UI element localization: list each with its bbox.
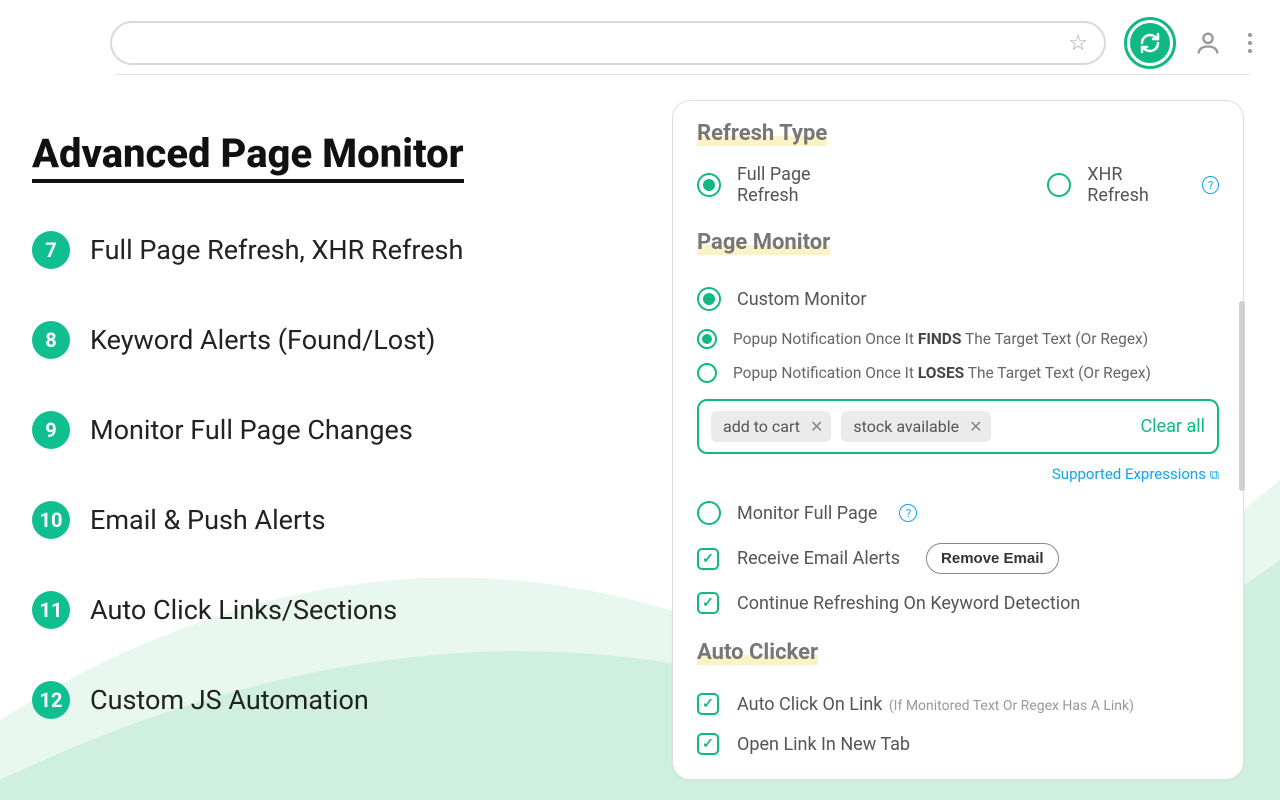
tag-label: stock available: [853, 417, 959, 436]
browser-toolbar: ☆: [0, 12, 1280, 74]
feature-item: 7 Full Page Refresh, XHR Refresh: [32, 231, 632, 269]
option-hint: (If Monitored Text Or Regex Has A Link): [889, 698, 1134, 714]
feature-label: Auto Click Links/Sections: [90, 594, 397, 626]
radio-icon: [1047, 173, 1071, 197]
feature-badge: 8: [32, 321, 70, 359]
monitor-full-page-option[interactable]: Monitor Full Page ?: [697, 501, 917, 525]
profile-icon[interactable]: [1194, 29, 1222, 57]
notify-finds-option[interactable]: Popup Notification Once It FINDS The Tar…: [697, 329, 1219, 349]
address-bar[interactable]: ☆: [110, 21, 1106, 65]
xhr-refresh-option[interactable]: XHR Refresh ?: [1047, 164, 1219, 206]
radio-selected-icon: [697, 173, 721, 197]
feature-badge: 9: [32, 411, 70, 449]
open-new-tab-option[interactable]: ✓ Open Link In New Tab: [697, 733, 910, 755]
feature-label: Custom JS Automation: [90, 684, 369, 716]
radio-icon: [697, 501, 721, 525]
feature-badge: 11: [32, 591, 70, 629]
option-label: Popup Notification Once It FINDS The Tar…: [733, 330, 1148, 348]
auto-clicker-header: Auto Clicker: [697, 640, 818, 665]
feature-badge: 10: [32, 501, 70, 539]
feature-item: 10 Email & Push Alerts: [32, 501, 632, 539]
radio-icon: [697, 363, 717, 383]
checkbox-checked-icon: ✓: [697, 733, 719, 755]
keyword-tag: add to cart ✕: [711, 411, 831, 442]
feature-label: Email & Push Alerts: [90, 504, 326, 536]
tag-remove-icon[interactable]: ✕: [969, 417, 982, 436]
tag-label: add to cart: [723, 417, 800, 436]
refresh-type-header: Refresh Type: [697, 121, 827, 146]
remove-email-button[interactable]: Remove Email: [926, 543, 1059, 574]
kebab-menu-icon[interactable]: [1240, 31, 1260, 55]
page-title: Advanced Page Monitor: [32, 130, 632, 183]
auto-click-link-option[interactable]: ✓ Auto Click On Link (If Monitored Text …: [697, 693, 1134, 715]
receive-email-alerts-option[interactable]: ✓ Receive Email Alerts: [697, 548, 900, 570]
external-link-icon: ⧉: [1210, 468, 1219, 483]
toolbar-divider: [116, 74, 1250, 75]
full-page-refresh-option[interactable]: Full Page Refresh: [697, 164, 867, 206]
scrollbar[interactable]: [1239, 301, 1245, 491]
option-label: Receive Email Alerts: [737, 548, 900, 569]
checkbox-checked-icon: ✓: [697, 592, 719, 614]
feature-item: 9 Monitor Full Page Changes: [32, 411, 632, 449]
help-icon[interactable]: ?: [899, 504, 917, 522]
checkbox-checked-icon: ✓: [697, 548, 719, 570]
option-label: Continue Refreshing On Keyword Detection: [737, 593, 1080, 614]
option-label: XHR Refresh: [1087, 164, 1180, 206]
feature-badge: 7: [32, 231, 70, 269]
settings-panel: Refresh Type Full Page Refresh XHR Refre…: [672, 100, 1244, 780]
feature-item: 8 Keyword Alerts (Found/Lost): [32, 321, 632, 359]
feature-badge: 12: [32, 681, 70, 719]
keyword-tag: stock available ✕: [841, 411, 990, 442]
notify-loses-option[interactable]: Popup Notification Once It LOSES The Tar…: [697, 363, 1219, 383]
option-label: Auto Click On Link (If Monitored Text Or…: [737, 694, 1134, 715]
page-monitor-header: Page Monitor: [697, 230, 830, 255]
help-icon[interactable]: ?: [1202, 176, 1219, 194]
extension-button[interactable]: [1124, 17, 1176, 69]
radio-selected-icon: [697, 329, 717, 349]
checkbox-checked-icon: ✓: [697, 693, 719, 715]
clear-all-button[interactable]: Clear all: [1140, 416, 1205, 437]
feature-label: Monitor Full Page Changes: [90, 414, 413, 446]
bookmark-star-icon[interactable]: ☆: [1068, 31, 1088, 56]
option-label: Monitor Full Page: [737, 503, 877, 524]
supported-expressions-link[interactable]: Supported Expressions ⧉: [697, 464, 1219, 483]
continue-refreshing-option[interactable]: ✓ Continue Refreshing On Keyword Detecti…: [697, 592, 1080, 614]
feature-item: 12 Custom JS Automation: [32, 681, 632, 719]
tag-remove-icon[interactable]: ✕: [810, 417, 823, 436]
refresh-icon: [1130, 23, 1170, 63]
option-label: Custom Monitor: [737, 289, 867, 310]
left-panel: Advanced Page Monitor 7 Full Page Refres…: [32, 130, 632, 771]
radio-selected-icon: [697, 287, 721, 311]
option-label: Open Link In New Tab: [737, 734, 910, 755]
feature-label: Keyword Alerts (Found/Lost): [90, 324, 435, 356]
feature-label: Full Page Refresh, XHR Refresh: [90, 234, 463, 266]
option-label: Full Page Refresh: [737, 164, 867, 206]
feature-list: 7 Full Page Refresh, XHR Refresh 8 Keywo…: [32, 231, 632, 719]
keyword-tag-input[interactable]: add to cart ✕ stock available ✕ Clear al…: [697, 399, 1219, 454]
custom-monitor-option[interactable]: Custom Monitor: [697, 287, 867, 311]
feature-item: 11 Auto Click Links/Sections: [32, 591, 632, 629]
option-label: Popup Notification Once It LOSES The Tar…: [733, 364, 1151, 382]
